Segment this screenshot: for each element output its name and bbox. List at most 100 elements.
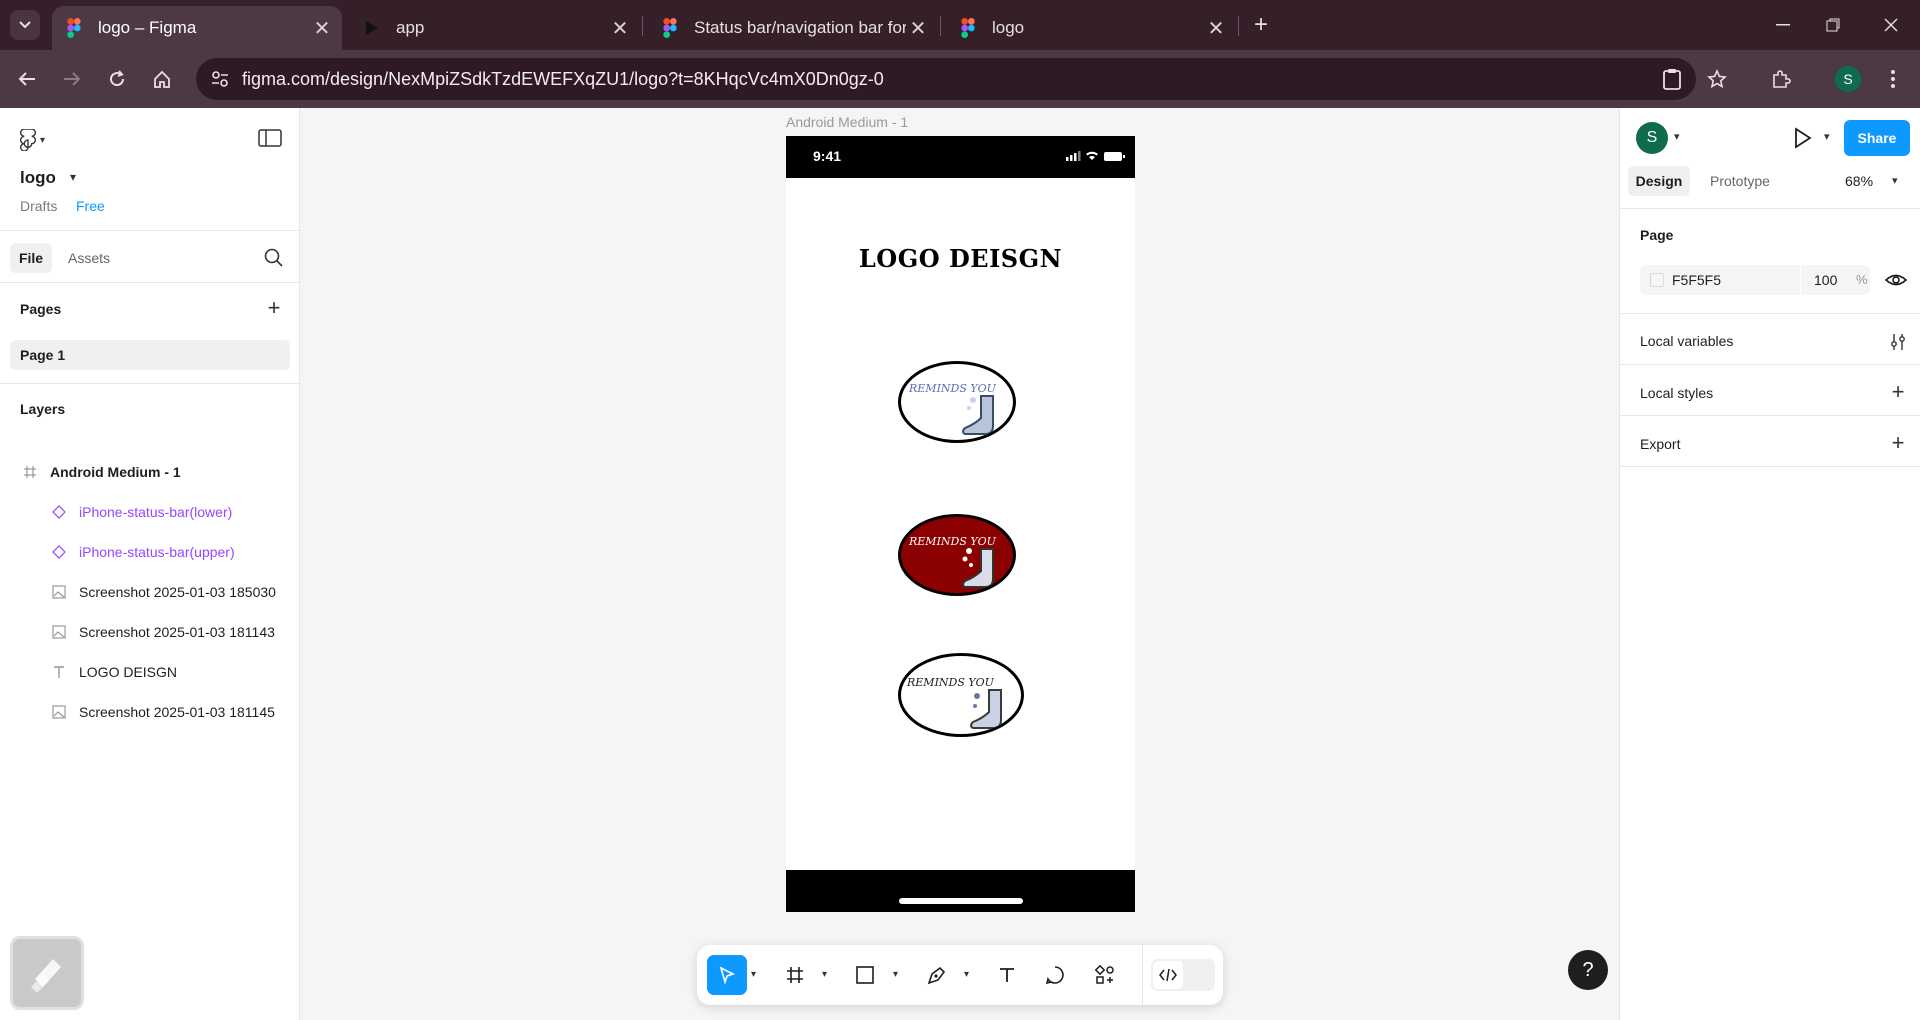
logo-variant-2[interactable]: REMINDS YOU	[898, 514, 1016, 596]
layer-row[interactable]: Screenshot 2025-01-03 181145	[0, 694, 300, 730]
tab-design[interactable]: Design	[1628, 166, 1690, 196]
main-menu-button[interactable]: ▾	[20, 128, 60, 152]
android-frame[interactable]: 9:41 LOGO DEISGN REMINDS YOU REMINDS YOU	[786, 136, 1135, 912]
user-avatar[interactable]: S	[1636, 122, 1668, 154]
tab-prototype[interactable]: Prototype	[1710, 173, 1770, 189]
pen-tool[interactable]	[919, 955, 955, 995]
text-tool[interactable]	[989, 955, 1025, 995]
chevron-down-icon[interactable]: ▾	[751, 969, 756, 980]
layer-name: Screenshot 2025-01-03 181145	[79, 704, 275, 720]
frame-tool[interactable]	[777, 955, 813, 995]
boot-icon	[962, 395, 994, 435]
layer-row[interactable]: Screenshot 2025-01-03 181143	[0, 614, 300, 650]
drafts-link[interactable]: Drafts	[20, 198, 57, 214]
add-page-button[interactable]: +	[262, 295, 286, 320]
chevron-down-icon[interactable]: ▾	[1892, 174, 1898, 187]
add-export-button[interactable]: +	[1886, 430, 1910, 455]
dev-mode-toggle[interactable]	[1151, 959, 1215, 991]
zoom-level[interactable]: 68%	[1845, 173, 1873, 189]
layer-row[interactable]: Screenshot 2025-01-03 185030	[0, 574, 300, 610]
close-icon[interactable]: ✕	[310, 16, 334, 41]
layer-row[interactable]: Android Medium - 1	[0, 454, 300, 490]
layer-row[interactable]: iPhone-status-bar(upper)	[0, 534, 300, 570]
chevron-down-icon[interactable]: ▾	[1674, 130, 1680, 143]
status-bar-upper[interactable]: 9:41	[786, 136, 1135, 178]
comment-tool[interactable]	[1037, 955, 1073, 995]
sidebar-toggle-icon[interactable]	[258, 128, 282, 148]
restore-button[interactable]	[1810, 8, 1856, 42]
tab-assets[interactable]: Assets	[68, 250, 110, 266]
sliders-icon	[1891, 334, 1905, 350]
move-tool[interactable]	[707, 955, 747, 995]
profile-avatar[interactable]: S	[1835, 66, 1861, 92]
plan-badge[interactable]: Free	[70, 196, 111, 216]
actions-icon	[1094, 964, 1114, 984]
fill-hex-value[interactable]: F5F5F5	[1672, 272, 1721, 288]
chevron-down-icon[interactable]: ▾	[1824, 130, 1830, 143]
tab-search-button[interactable]	[10, 10, 40, 40]
export-heading[interactable]: Export	[1640, 436, 1680, 452]
rectangle-tool[interactable]	[847, 955, 883, 995]
chevron-down-icon[interactable]: ▾	[964, 969, 969, 980]
minimize-icon	[1776, 24, 1790, 26]
page-item[interactable]: Page 1	[10, 340, 290, 370]
tab-separator	[940, 16, 941, 36]
tab-logo-figma[interactable]: logo – Figma ✕	[52, 6, 342, 50]
logo-design-title[interactable]: LOGO DEISGN	[786, 244, 1135, 273]
minimize-button[interactable]	[1760, 8, 1806, 42]
back-button[interactable]	[10, 62, 44, 96]
tab-logo[interactable]: logo ✕	[946, 6, 1236, 50]
fill-opacity-value[interactable]: 100	[1814, 272, 1837, 288]
tab-app[interactable]: app ✕	[350, 6, 640, 50]
divider	[1620, 415, 1920, 416]
share-button[interactable]: Share	[1844, 120, 1910, 156]
local-variables-heading[interactable]: Local variables	[1640, 333, 1733, 349]
clipboard-icon[interactable]	[1660, 68, 1684, 90]
eye-icon[interactable]	[1884, 268, 1908, 292]
add-style-button[interactable]: +	[1886, 379, 1910, 404]
help-button[interactable]: ?	[1568, 950, 1608, 990]
omnibox[interactable]: figma.com/design/NexMpiZSdkTzdEWEFXqZU1/…	[196, 58, 1696, 100]
local-styles-heading[interactable]: Local styles	[1640, 385, 1713, 401]
close-icon[interactable]: ✕	[608, 16, 632, 41]
frame-icon	[24, 466, 36, 478]
browser-tab-bar: logo – Figma ✕ app ✕ Status bar/navigati…	[0, 0, 1920, 50]
bookmark-star-button[interactable]	[1702, 64, 1732, 94]
forward-button[interactable]	[55, 62, 89, 96]
browser-menu-button[interactable]	[1878, 64, 1908, 94]
page-fill-row[interactable]: F5F5F5 100 %	[1640, 265, 1870, 295]
variables-button[interactable]	[1886, 330, 1910, 354]
divider	[0, 230, 300, 231]
tab-status-bar[interactable]: Status bar/navigation bar for iPhone ✕	[648, 6, 938, 50]
color-swatch[interactable]	[1650, 273, 1664, 287]
layer-row[interactable]: LOGO DEISGN	[0, 654, 300, 690]
search-icon[interactable]	[262, 246, 286, 270]
close-icon[interactable]: ✕	[1204, 16, 1228, 41]
close-icon[interactable]: ✕	[906, 16, 930, 41]
new-tab-button[interactable]: +	[1246, 10, 1276, 40]
tab-file[interactable]: File	[10, 243, 52, 273]
present-play-icon[interactable]	[1788, 124, 1816, 152]
layer-row[interactable]: iPhone-status-bar(lower)	[0, 494, 300, 530]
home-button[interactable]	[145, 62, 179, 96]
status-indicators-icon	[1066, 151, 1125, 161]
chevron-down-icon[interactable]: ▾	[70, 170, 76, 184]
divider	[0, 383, 300, 384]
reload-button[interactable]	[100, 62, 134, 96]
divider	[1620, 208, 1920, 209]
arrow-left-icon	[18, 72, 35, 86]
file-name[interactable]: logo	[20, 168, 56, 188]
logo-variant-1[interactable]: REMINDS YOU	[898, 361, 1016, 443]
frame-label[interactable]: Android Medium - 1	[786, 114, 908, 130]
component-instance-icon	[52, 545, 66, 559]
logo-variant-3[interactable]: REMINDS YOU	[898, 653, 1024, 737]
play-favicon-icon	[366, 21, 378, 35]
extensions-button[interactable]	[1766, 64, 1796, 94]
chevron-down-icon[interactable]: ▾	[893, 969, 898, 980]
canvas[interactable]: Android Medium - 1 9:41 LOGO DEISGN REMI…	[300, 108, 1619, 1020]
chevron-down-icon[interactable]: ▾	[822, 969, 827, 980]
plugin-launcher-button[interactable]	[10, 936, 84, 1010]
status-bar-lower[interactable]	[786, 870, 1135, 912]
actions-tool[interactable]	[1085, 955, 1125, 995]
close-window-button[interactable]	[1868, 8, 1914, 42]
